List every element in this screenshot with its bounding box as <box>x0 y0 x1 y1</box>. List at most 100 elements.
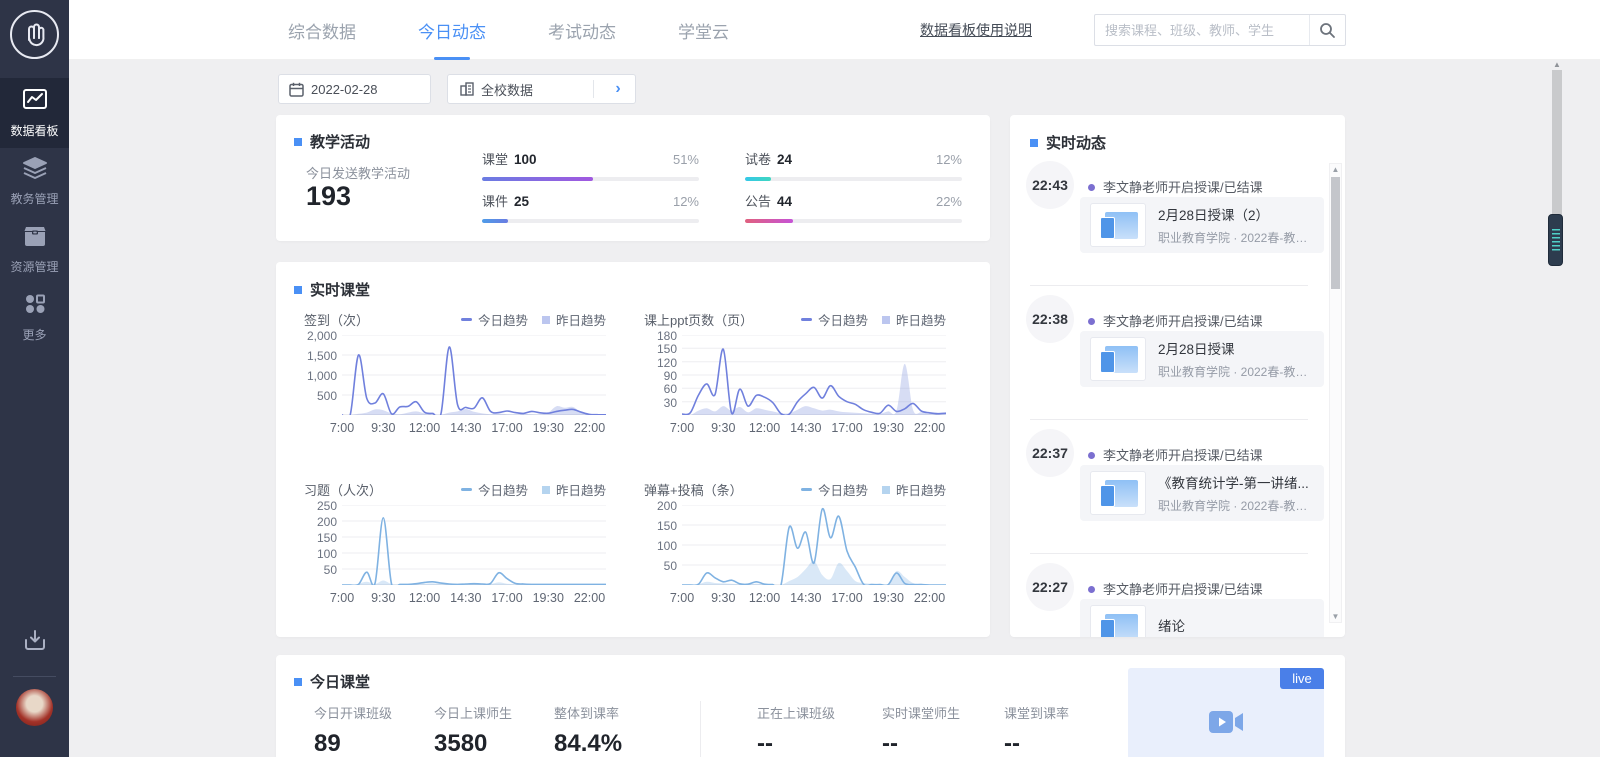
stat-attendance-rate: 整体到课率 84.4% <box>554 703 622 757</box>
feed-course-card[interactable]: 《教育统计学-第一讲绪... 职业教育学院 · 2022春-教育2... <box>1080 465 1324 521</box>
more-grid-icon <box>23 292 47 316</box>
chart-plot <box>342 505 606 585</box>
feed-event-text: 李文静老师开启授课/已结课 <box>1088 579 1263 598</box>
chart-checkin: 签到（次） 今日趋势 昨日趋势 2,0001,5001,000500 7:009… <box>304 310 606 437</box>
legend-yesterday-label: 昨日趋势 <box>896 310 946 329</box>
feed-course-card[interactable]: 绪论 <box>1080 599 1324 637</box>
sidebar-item-resources[interactable]: 资源管理 <box>0 214 69 284</box>
dashboard-help-link[interactable]: 数据看板使用说明 <box>920 0 1032 60</box>
page-scrollbar-thumb[interactable] <box>1552 70 1562 218</box>
download-button[interactable] <box>0 628 69 657</box>
course-device-icon <box>1090 337 1146 381</box>
stat-value: -- <box>757 730 835 757</box>
scope-select[interactable]: 全校数据 › <box>447 74 636 104</box>
y-axis-labels: 20015010050 <box>644 505 682 585</box>
bar-label: 公告 <box>745 191 771 210</box>
school-building-icon <box>460 82 474 96</box>
bar-value: 44 <box>777 194 792 209</box>
scope-expand-chevron-icon[interactable]: › <box>601 80 635 98</box>
bar-label: 课堂 <box>482 149 508 168</box>
tab-today-activity[interactable]: 今日动态 <box>418 0 486 60</box>
drag-handle-dots-icon <box>1552 229 1560 251</box>
user-avatar[interactable] <box>16 689 53 726</box>
chart-title: 课上ppt页数（页） <box>644 310 753 329</box>
sidebar-item-more[interactable]: 更多 <box>0 282 69 352</box>
feed-course-card[interactable]: 2月28日授课 职业教育学院 · 2022春-教育2... <box>1080 331 1324 387</box>
feed-scrollbar-thumb[interactable] <box>1331 177 1340 289</box>
search-input[interactable] <box>1095 23 1309 38</box>
course-device-icon <box>1090 203 1146 247</box>
stat-value: 89 <box>314 730 392 757</box>
bar-row-courseware: 课件2512% <box>482 191 699 223</box>
stat-value: 3580 <box>434 730 512 757</box>
stat-attendees: 今日上课师生 3580 <box>434 703 512 757</box>
stat-live-rate: 课堂到课率 -- <box>1004 703 1069 757</box>
scroll-up-arrow-icon[interactable]: ▲ <box>1330 165 1341 174</box>
video-camera-icon <box>1209 710 1243 739</box>
dashboard-chart-icon <box>22 88 48 112</box>
tab-exam-activity[interactable]: 考试动态 <box>548 0 616 60</box>
course-title: 《教育统计学-第一讲绪... <box>1158 472 1314 492</box>
chart-title: 习题（人次） <box>304 480 382 499</box>
download-icon <box>23 628 47 652</box>
realtime-classroom-title: 实时课堂 <box>310 279 370 300</box>
page-scroll-up-arrow-icon[interactable]: ▲ <box>1551 60 1563 69</box>
feed-divider <box>1030 285 1308 286</box>
bar-percent: 22% <box>936 194 962 209</box>
bar-row-exam: 试卷2412% <box>745 149 962 181</box>
realtime-feed-panel: 实时动态 22:43 李文静老师开启授课/已结课 2月28日授课（2） 职业教育… <box>1010 115 1345 637</box>
legend-yesterday-mark <box>542 316 550 324</box>
course-device-icon <box>1090 471 1146 515</box>
chart-exercises: 习题（人次） 今日趋势 昨日趋势 25020015010050 7:009:30… <box>304 480 606 607</box>
topbar: 综合数据 今日动态 考试动态 学堂云 数据看板使用说明 <box>69 0 1600 60</box>
sidebar-item-label: 教务管理 <box>0 190 69 207</box>
chart-plot <box>682 335 946 415</box>
bar-value: 24 <box>777 152 792 167</box>
date-picker[interactable]: 2022-02-28 <box>278 74 431 104</box>
feed-scrollbar[interactable]: ▲ ▼ <box>1329 163 1342 623</box>
tab-xuetangyun[interactable]: 学堂云 <box>678 0 729 60</box>
activity-summary-value: 193 <box>306 181 351 212</box>
legend-yesterday-label: 昨日趋势 <box>556 310 606 329</box>
legend-today-mark <box>461 318 472 321</box>
today-classes-card: 今日课堂 今日开课班级 89 今日上课师生 3580 整体到课率 84.4% 正… <box>276 655 1345 757</box>
feed-course-card[interactable]: 2月28日授课（2） 职业教育学院 · 2022春-教育2... <box>1080 197 1324 253</box>
stats-divider <box>700 701 701 757</box>
bar-percent: 51% <box>673 152 699 167</box>
stat-label: 实时课堂师生 <box>882 703 960 722</box>
y-axis-labels: 2,0001,5001,000500 <box>304 335 342 415</box>
sidebar-item-dashboard[interactable]: 数据看板 <box>0 78 69 148</box>
sidebar: 数据看板 教务管理 资源管理 <box>0 0 69 757</box>
stat-label: 课堂到课率 <box>1004 703 1069 722</box>
y-axis-labels: 25020015010050 <box>304 505 342 585</box>
page-scroll-drag-handle[interactable] <box>1548 214 1563 266</box>
feed-time: 22:43 <box>1026 161 1074 209</box>
stat-label: 正在上课班级 <box>757 703 835 722</box>
section-bullet <box>1030 139 1038 147</box>
scroll-down-arrow-icon[interactable]: ▼ <box>1330 612 1341 621</box>
stat-classes-opened: 今日开课班级 89 <box>314 703 392 757</box>
nav-tabs: 综合数据 今日动态 考试动态 学堂云 <box>288 0 729 60</box>
search-button[interactable] <box>1309 15 1345 45</box>
teaching-activity-card: 教学活动 今日发送教学活动 193 课堂10051% 试卷2412% 课件251… <box>276 115 990 241</box>
section-bullet <box>294 678 302 686</box>
live-preview-panel[interactable]: live 无直播课程 <box>1128 668 1324 757</box>
feed-event-text: 李文静老师开启授课/已结课 <box>1088 445 1263 464</box>
course-subtitle: 职业教育学院 · 2022春-教育2... <box>1158 497 1314 514</box>
section-bullet <box>294 138 302 146</box>
legend-today-mark <box>461 488 472 491</box>
sidebar-item-label: 更多 <box>0 326 69 343</box>
stat-label: 今日开课班级 <box>314 703 392 722</box>
legend-today-mark <box>801 318 812 321</box>
bar-track <box>745 177 962 181</box>
sidebar-item-academic[interactable]: 教务管理 <box>0 146 69 216</box>
course-title: 2月28日授课 <box>1158 338 1314 358</box>
bar-percent: 12% <box>936 152 962 167</box>
bar-label: 课件 <box>482 191 508 210</box>
date-value: 2022-02-28 <box>311 82 378 97</box>
bar-value: 100 <box>514 152 537 167</box>
tab-overall-data[interactable]: 综合数据 <box>288 0 356 60</box>
search-icon <box>1319 22 1336 39</box>
section-bullet <box>294 286 302 294</box>
course-title: 2月28日授课（2） <box>1158 204 1314 224</box>
